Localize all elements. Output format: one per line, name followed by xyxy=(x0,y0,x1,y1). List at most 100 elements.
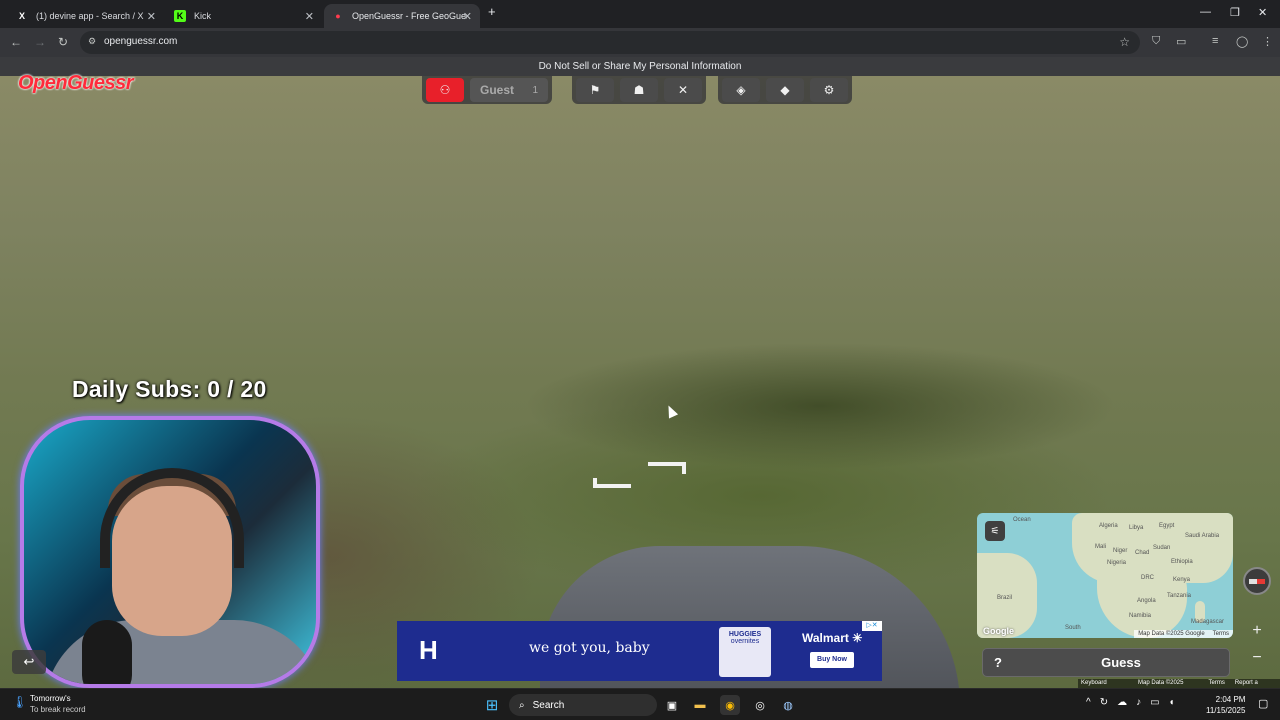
back-icon[interactable]: ← xyxy=(10,35,22,49)
address-bar[interactable]: ⚙ openguessr.com ☆ xyxy=(80,31,1140,54)
cast-icon[interactable]: ▭ xyxy=(1176,35,1186,48)
product-name: HUGGIES xyxy=(728,631,762,638)
map-label: Libya xyxy=(1129,525,1144,531)
map-label: Namibia xyxy=(1129,613,1152,619)
zoom-in-button[interactable]: + xyxy=(1247,621,1267,641)
compass-icon[interactable] xyxy=(1243,567,1271,595)
multiplayer-button[interactable]: ☗ xyxy=(620,78,658,102)
close-icon[interactable]: ✕ xyxy=(463,10,472,23)
profile-icon[interactable]: ◯ xyxy=(1236,35,1248,48)
gear-icon: ⚙ xyxy=(823,83,835,97)
tab-openguessr[interactable]: ● OpenGuessr - Free GeoGuessr A ✕ xyxy=(324,4,480,28)
volume-icon[interactable]: ◖ xyxy=(1169,697,1175,708)
obs-icon[interactable]: ◎ xyxy=(750,695,770,715)
guest-level: 1 xyxy=(532,84,538,96)
keyboard-shortcuts-link[interactable]: Keyboard shortcuts xyxy=(1081,679,1128,695)
forward-icon[interactable]: → xyxy=(34,35,46,49)
taskbar-search[interactable]: ⌕ Search xyxy=(509,694,657,716)
map-settings-button[interactable]: ⚟ xyxy=(985,521,1005,541)
terms-link[interactable]: Terms xyxy=(1208,679,1224,688)
guess-button[interactable]: Guess xyxy=(1013,649,1229,676)
map-label: South xyxy=(1065,625,1081,631)
weather-widget[interactable]: Tomorrow's To break record 🌡 xyxy=(10,693,86,715)
adchoices-icon[interactable]: ▷✕ xyxy=(862,621,882,631)
product-sub: overnites xyxy=(730,638,760,645)
tab-label: Kick xyxy=(194,11,212,21)
task-view-icon[interactable]: ▣ xyxy=(662,695,682,715)
cloud-icon[interactable]: ☁ xyxy=(1117,697,1127,708)
guess-bar: ? Guess xyxy=(982,648,1230,677)
undo-button[interactable]: ↩ xyxy=(12,650,46,674)
crossed-swords-icon: ✕ xyxy=(677,83,689,97)
map-label: Ethiopia xyxy=(1171,559,1193,565)
settings-button[interactable]: ⚙ xyxy=(810,78,848,102)
map-label: Saudi Arabia xyxy=(1185,533,1220,539)
thermometer-icon: 🌡 xyxy=(12,695,28,709)
sync-icon[interactable]: ↻ xyxy=(1100,697,1108,708)
guess-minimap[interactable]: Ocean Algeria Libya Egypt Saudi Arabia M… xyxy=(977,513,1233,638)
daily-subs-overlay: Daily Subs: 0 / 20 xyxy=(72,376,267,402)
search-icon: ⌕ xyxy=(519,699,525,711)
advertisement-banner[interactable]: H we got you, baby HUGGIES overnites Wal… xyxy=(397,621,882,681)
openguessr-logo[interactable]: OpenGuessr xyxy=(18,72,134,95)
report-problem-link[interactable]: Report a problem xyxy=(1235,679,1277,695)
system-clock[interactable]: 2:04 PM 11/15/2025 xyxy=(1206,694,1245,716)
mic-icon[interactable]: ♪ xyxy=(1136,697,1141,708)
tab-kick[interactable]: K Kick ✕ xyxy=(166,4,322,28)
webcam-overlay xyxy=(20,416,320,688)
system-tray: ^ ↻ ☁ ♪ ▭ ◖ xyxy=(1086,697,1175,708)
map-label: Egypt xyxy=(1159,523,1175,529)
maps-button[interactable]: ◈ xyxy=(722,78,760,102)
walmart-logo: Walmart ✳ xyxy=(802,631,863,645)
file-explorer-icon[interactable]: ▬ xyxy=(690,695,710,715)
settings-toolbar: ◈ ◆ ⚙ xyxy=(718,76,852,104)
bookmark-star-icon[interactable]: ☆ xyxy=(1119,35,1130,49)
map-terms-link[interactable]: Terms xyxy=(1213,631,1229,637)
map-label: Brazil xyxy=(997,595,1013,601)
map-label: Kenya xyxy=(1173,577,1191,583)
map-label: Tanzania xyxy=(1167,593,1192,599)
zoom-out-button[interactable]: − xyxy=(1247,648,1267,668)
close-icon[interactable]: ✕ xyxy=(147,10,156,23)
navigation-arrow[interactable] xyxy=(593,478,597,488)
privacy-notice-link[interactable]: Do Not Sell or Share My Personal Informa… xyxy=(0,57,1280,76)
playlist-icon[interactable]: ≡ xyxy=(1212,35,1218,47)
help-button[interactable]: ? xyxy=(983,649,1013,676)
extension-icon[interactable]: ⛉ xyxy=(1152,35,1160,48)
navigation-arrow[interactable] xyxy=(648,462,686,466)
player-toolbar: ⚇ Guest 1 xyxy=(422,76,552,104)
new-tab-button[interactable]: + xyxy=(488,4,496,19)
map-label: Madagascar xyxy=(1191,619,1225,625)
steam-icon[interactable]: ◍ xyxy=(778,695,798,715)
window-close-icon[interactable]: ✕ xyxy=(1258,6,1267,19)
chrome-icon[interactable]: ◉ xyxy=(720,695,740,715)
navigation-arrow[interactable] xyxy=(682,462,686,474)
restore-icon[interactable]: ❐ xyxy=(1230,6,1240,19)
minimize-icon[interactable]: — xyxy=(1200,6,1211,18)
leaderboard-button[interactable]: ⚑ xyxy=(576,78,614,102)
map-label: Ocean xyxy=(1013,517,1031,523)
navigation-arrow[interactable] xyxy=(593,484,631,488)
chevron-up-icon[interactable]: ^ xyxy=(1086,697,1091,708)
buy-now-button[interactable]: Buy Now xyxy=(810,652,854,668)
product-image: HUGGIES overnites xyxy=(719,627,771,677)
kick-logo-icon: K xyxy=(174,10,186,22)
windows-taskbar: Tomorrow's To break record 🌡 ⊞ ⌕ Search … xyxy=(0,688,1280,720)
close-icon[interactable]: ✕ xyxy=(305,10,314,23)
notifications-icon[interactable]: ▢ xyxy=(1258,697,1268,710)
site-info-icon[interactable]: ⚙ xyxy=(88,36,96,47)
battle-button[interactable]: ✕ xyxy=(664,78,702,102)
reload-icon[interactable]: ↻ xyxy=(58,35,68,49)
network-icon[interactable]: ▭ xyxy=(1150,697,1159,708)
google-footer: Keyboard shortcuts Map Data ©2025 Google… xyxy=(1078,679,1280,695)
guest-profile[interactable]: Guest 1 xyxy=(470,78,548,102)
learn-button[interactable]: ◆ xyxy=(766,78,804,102)
mode-toolbar: ⚑ ☗ ✕ xyxy=(572,76,706,104)
menu-icon[interactable]: ⋮ xyxy=(1262,35,1273,48)
windows-start-icon[interactable]: ⊞ xyxy=(482,695,502,715)
tab-x-search[interactable]: X (1) devine app - Search / X ✕ xyxy=(8,4,164,28)
map-label: Sudan xyxy=(1153,545,1171,551)
add-user-button[interactable]: ⚇ xyxy=(426,78,464,102)
map-label: Niger xyxy=(1113,548,1128,554)
map-label: DRC xyxy=(1141,575,1154,581)
